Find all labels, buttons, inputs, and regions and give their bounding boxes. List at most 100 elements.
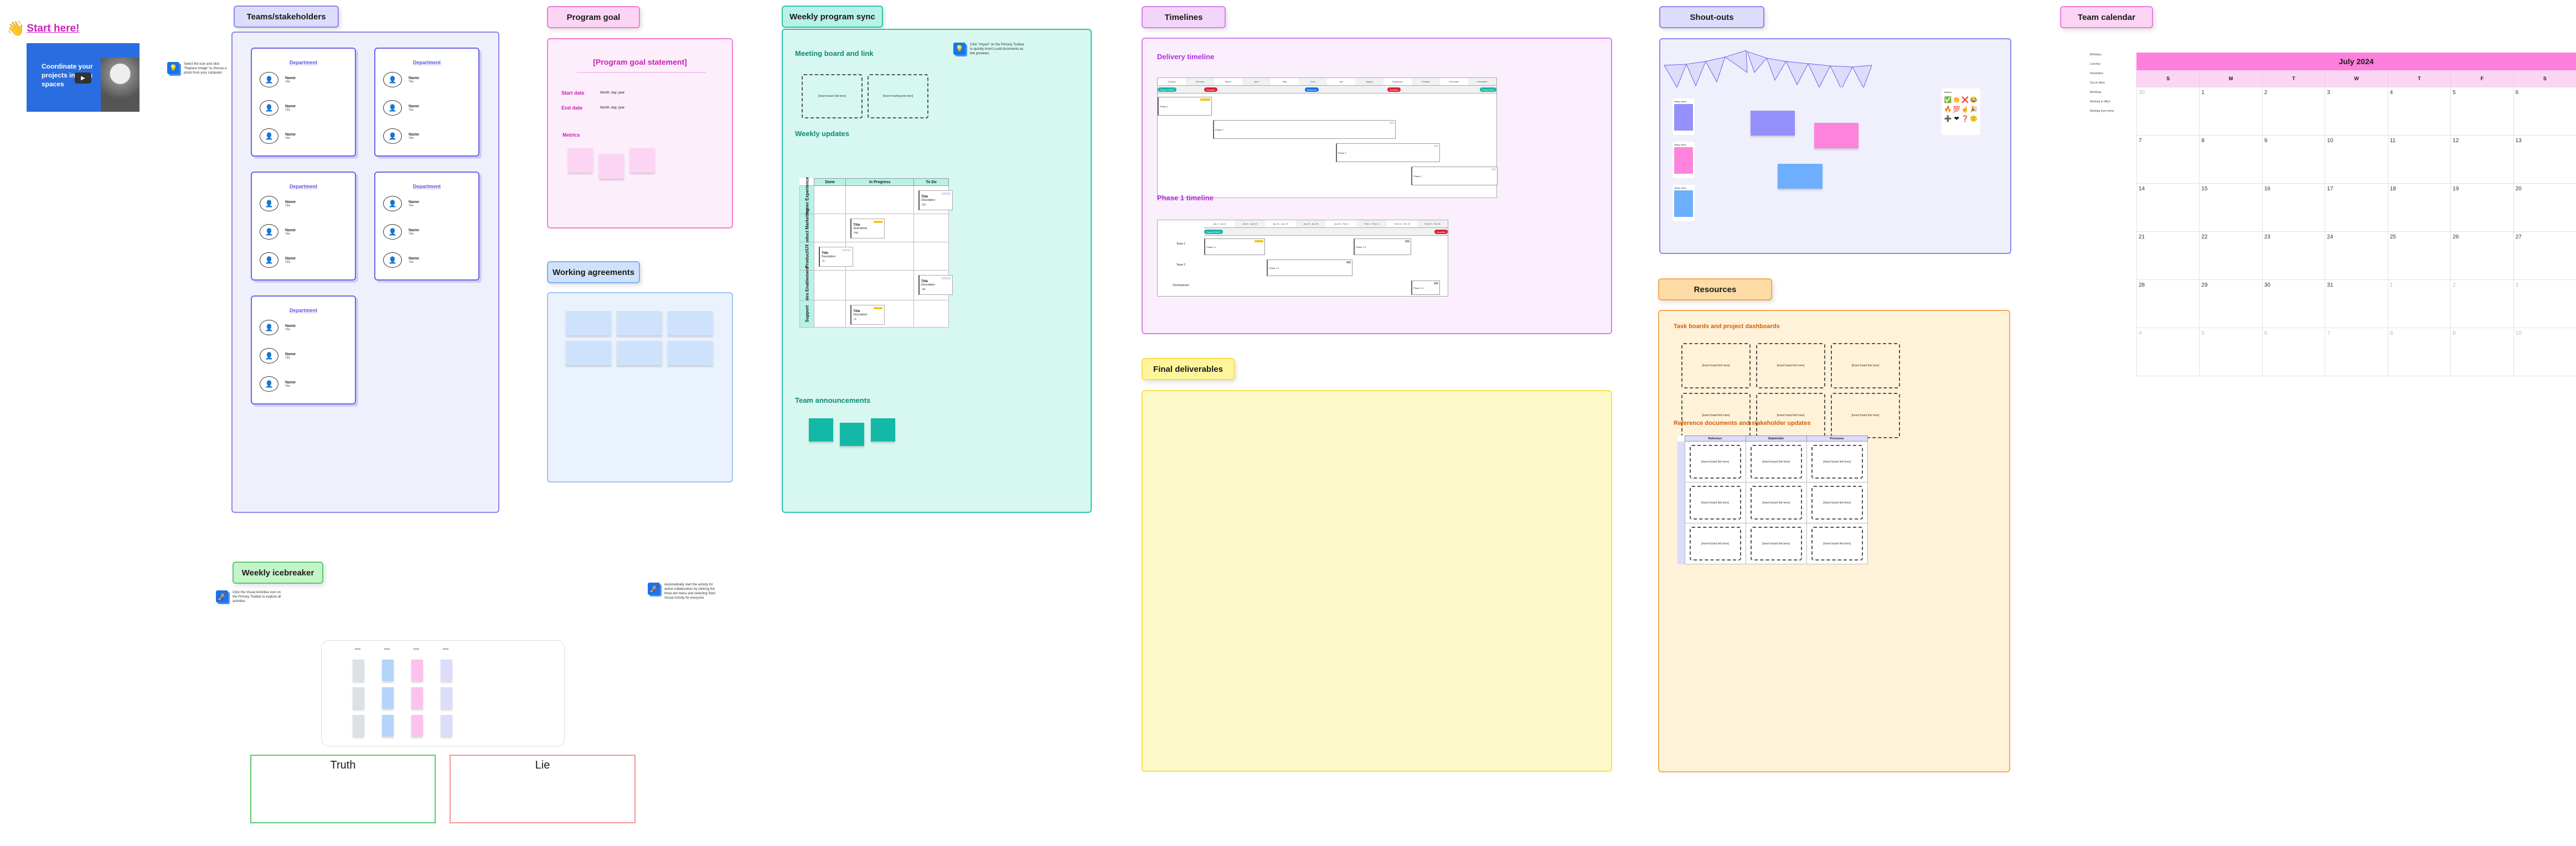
calendar-day[interactable]: 16 (2262, 184, 2325, 232)
shoutout-sticky[interactable] (1778, 164, 1823, 189)
icebreaker-sticky[interactable] (441, 660, 452, 681)
agreement-sticky[interactable] (617, 311, 662, 335)
link-placeholder[interactable]: [Insert board link here] (1750, 445, 1802, 479)
calendar-day[interactable]: 3 (2325, 87, 2388, 136)
end-date-value[interactable]: Month, day, year (600, 106, 624, 110)
board-link-placeholder[interactable]: [Insert board link here] (1831, 393, 1900, 438)
legend-item[interactable]: Reminders (2090, 72, 2114, 81)
start-date-value[interactable]: Month, day, year (600, 91, 624, 95)
sticker-icon[interactable]: ☝ (1961, 105, 1970, 115)
calendar-day[interactable]: 17 (2325, 184, 2388, 232)
calendar-day[interactable]: 6 (2513, 87, 2576, 136)
icebreaker-sticky[interactable] (353, 687, 364, 709)
calendar-day[interactable]: 7 (2325, 328, 2388, 376)
sticker-icon[interactable]: 💯 (1953, 105, 1961, 115)
milestone-pill[interactable]: Project START (1204, 230, 1224, 234)
calendar-day[interactable]: 3 (2513, 280, 2576, 328)
board-link-placeholder[interactable]: [Insert board link here] (1756, 393, 1825, 438)
legend-item[interactable]: Birthdays (2090, 53, 2114, 63)
calendar-day[interactable]: 2 (2262, 87, 2325, 136)
calendar-day[interactable]: 21 (2136, 232, 2200, 280)
board-link-placeholder[interactable]: [Insert board link here] (1831, 343, 1900, 388)
metric-sticky[interactable] (568, 148, 593, 173)
phase-bar[interactable]: Phase 2 (1213, 120, 1396, 139)
calendar-day[interactable]: 9 (2450, 328, 2513, 376)
link-placeholder[interactable]: [Insert board link here] (1689, 486, 1741, 520)
player-name[interactable]: Name (381, 647, 393, 650)
calendar-day[interactable]: 8 (2387, 328, 2451, 376)
milestone-pill[interactable]: Project END (1479, 87, 1496, 92)
player-name[interactable]: Name (352, 647, 363, 650)
metric-sticky[interactable] (599, 154, 624, 179)
milestone-pill[interactable]: Deadline (1434, 230, 1448, 234)
shoutout-sticky[interactable] (1814, 123, 1859, 148)
task-card[interactable]: Title Description PM (850, 219, 885, 238)
board-link-placeholder[interactable]: [Insert board link here] (1681, 393, 1751, 438)
link-placeholder[interactable]: [Insert board link here] (1689, 445, 1741, 479)
icebreaker-sticky[interactable] (353, 660, 364, 681)
board-link-placeholder[interactable]: [Insert board link here] (1756, 343, 1825, 388)
player-name[interactable]: Name (440, 647, 451, 650)
icebreaker-sticky[interactable] (382, 715, 394, 736)
calendar-day[interactable]: 31 (2325, 280, 2388, 328)
calendar-day[interactable]: 27 (2513, 232, 2576, 280)
calendar-day[interactable]: 25 (2387, 232, 2451, 280)
link-placeholder[interactable]: [Insert board link here] (1811, 445, 1863, 479)
icebreaker-sticky[interactable] (411, 660, 423, 681)
calendar-day[interactable]: 1 (2199, 87, 2262, 136)
agreement-sticky[interactable] (668, 311, 713, 335)
icebreaker-sticky[interactable] (382, 660, 394, 681)
shoutouts-tab[interactable]: Shout-outs (1659, 6, 1764, 28)
calendar-day[interactable]: 11 (2387, 136, 2451, 184)
sticker-icon[interactable]: 🔥 (1944, 105, 1953, 115)
calendar-day[interactable]: 30 (2136, 87, 2200, 136)
working-agreements-tab[interactable]: Working agreements (547, 261, 640, 283)
link-placeholder[interactable]: [Insert board link here] (1689, 527, 1741, 560)
announcement-sticky[interactable] (840, 423, 864, 446)
calendar-day[interactable]: 9 (2262, 136, 2325, 184)
calendar-day[interactable]: 12 (2450, 136, 2513, 184)
icebreaker-sticky[interactable] (441, 715, 452, 736)
teams-tab[interactable]: Teams/stakeholders (234, 6, 339, 28)
phase-bar[interactable]: Phase 4 (1411, 167, 1498, 185)
calendar-day[interactable]: 28 (2136, 280, 2200, 328)
calendar-day[interactable]: 26 (2450, 232, 2513, 280)
calendar-day[interactable]: 23 (2262, 232, 2325, 280)
calendar-day[interactable]: 4 (2387, 87, 2451, 136)
legend-item[interactable]: Meetings (2090, 91, 2114, 100)
calendar-day[interactable]: 18 (2387, 184, 2451, 232)
calendar-day[interactable]: 7 (2136, 136, 2200, 184)
resources-tab[interactable]: Resources (1658, 278, 1772, 300)
calendar-day[interactable]: 5 (2450, 87, 2513, 136)
milestone-pill[interactable]: Project START (1158, 87, 1177, 92)
sticker-icon[interactable]: 🎉 (1970, 105, 1979, 115)
legend-item[interactable]: Working from home (2090, 110, 2114, 119)
intro-video[interactable]: Coordinate your projects in team spaces … (27, 43, 140, 112)
sticker-icon[interactable]: 👏 (1953, 96, 1961, 105)
sticker-icon[interactable]: ❌ (1961, 96, 1970, 105)
calendar-day[interactable]: 13 (2513, 136, 2576, 184)
calendar-day[interactable]: 22 (2199, 232, 2262, 280)
sticker-icon[interactable]: ➕ (1944, 115, 1953, 124)
sticker-icon[interactable]: ❤ (1953, 115, 1961, 124)
timelines-tab[interactable]: Timelines (1142, 6, 1226, 28)
sticky-pad[interactable]: Sticky notes (1672, 185, 1695, 221)
icebreaker-sticky[interactable] (353, 715, 364, 736)
meeting-link-box[interactable]: [Insert meeting link here] (868, 74, 928, 118)
sticker-icon[interactable]: ✅ (1944, 96, 1953, 105)
agreement-sticky[interactable] (617, 341, 662, 365)
phase-bar[interactable]: Phase 3 (1336, 143, 1440, 162)
subphase-bar[interactable]: Phase 1.1 (1204, 238, 1265, 255)
metric-sticky[interactable] (630, 148, 655, 173)
program-goal-tab[interactable]: Program goal (547, 6, 640, 28)
lie-box[interactable]: Lie (450, 755, 636, 823)
team-calendar-tab[interactable]: Team calendar (2060, 6, 2153, 28)
icebreaker-tab[interactable]: Weekly icebreaker (233, 562, 323, 584)
final-deliverables-tab[interactable]: Final deliverables (1142, 358, 1235, 380)
task-card[interactable]: Title Description SE (918, 275, 953, 295)
announcement-sticky[interactable] (809, 418, 833, 442)
calendar-day[interactable]: 20 (2513, 184, 2576, 232)
subphase-bar[interactable]: Phase 1.2 (1267, 259, 1352, 276)
subphase-bar[interactable]: Phase 1.4 (1411, 281, 1440, 295)
player-name[interactable]: Name (411, 647, 422, 650)
